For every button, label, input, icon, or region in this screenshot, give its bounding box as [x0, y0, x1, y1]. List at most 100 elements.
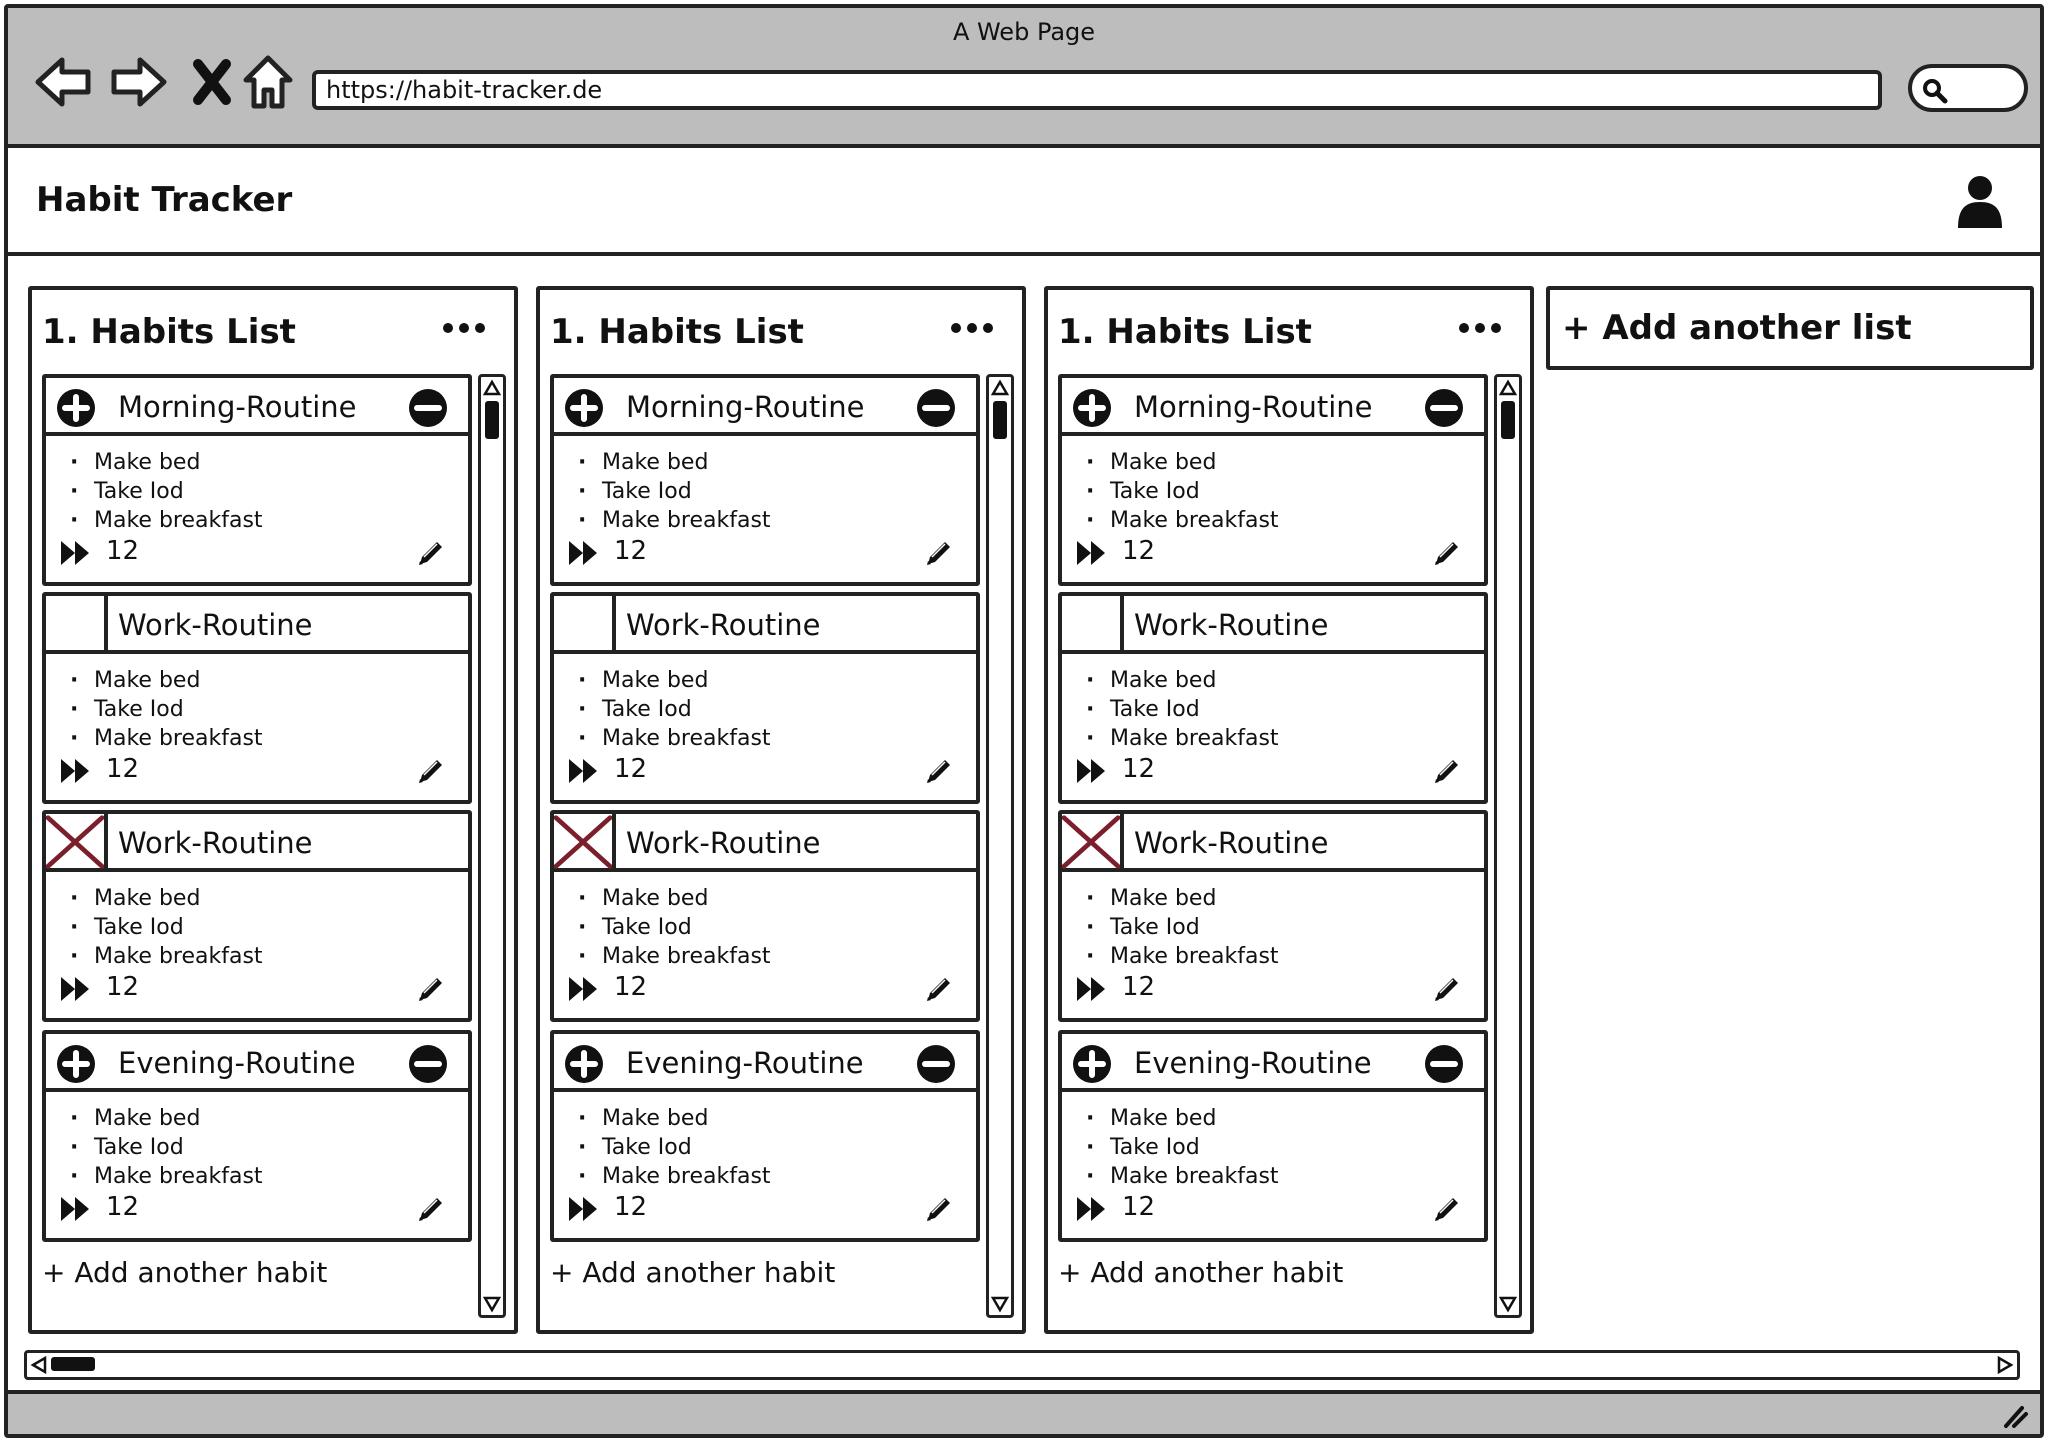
plus-circle-icon[interactable]: [1072, 1044, 1112, 1084]
streak-count: 12: [614, 536, 648, 566]
fast-forward-icon: [61, 759, 89, 783]
card-header: Evening-Routine: [554, 1034, 976, 1092]
habit-item: Make bed: [1086, 448, 1279, 477]
habit-card: Morning-Routine Make bedTake IodMake bre…: [1058, 374, 1488, 586]
habit-card: Morning-Routine Make bedTake IodMake bre…: [550, 374, 980, 586]
checkbox-crossed-icon[interactable]: [46, 814, 108, 870]
search-icon: [1923, 79, 1948, 104]
habit-items: Make bedTake IodMake breakfast: [578, 666, 771, 753]
plus-circle-icon[interactable]: [564, 388, 604, 428]
scrollbar-thumb[interactable]: [51, 1357, 95, 1371]
card-header: Morning-Routine: [1062, 378, 1484, 436]
more-options-icon[interactable]: [950, 320, 994, 336]
plus-circle-icon[interactable]: [56, 1044, 96, 1084]
streak-count: 12: [1122, 972, 1156, 1002]
vertical-scrollbar[interactable]: [986, 374, 1014, 1318]
pencil-icon[interactable]: [416, 756, 446, 786]
pencil-icon[interactable]: [416, 1194, 446, 1224]
scrollbar-thumb[interactable]: [485, 401, 499, 439]
pencil-icon[interactable]: [1432, 1194, 1462, 1224]
scroll-down-icon[interactable]: [991, 1295, 1009, 1313]
scroll-down-icon[interactable]: [1499, 1295, 1517, 1313]
scroll-right-icon[interactable]: [1995, 1355, 2015, 1375]
fast-forward-icon: [569, 977, 597, 1001]
scroll-up-icon[interactable]: [483, 379, 501, 397]
card-footer: 12: [568, 536, 972, 570]
scrollbar-thumb[interactable]: [1501, 401, 1515, 439]
pencil-icon[interactable]: [416, 974, 446, 1004]
card-footer: 12: [1076, 972, 1480, 1006]
habit-item: Make bed: [1086, 666, 1279, 695]
card-footer: 12: [60, 754, 464, 788]
search-box[interactable]: [1908, 64, 2028, 112]
add-habit-button[interactable]: + Add another habit: [1058, 1256, 1343, 1289]
card-footer: 12: [568, 1192, 972, 1226]
checkbox-crossed-icon[interactable]: [554, 814, 616, 870]
minus-circle-icon[interactable]: [1424, 388, 1464, 428]
add-list-button[interactable]: + Add another list: [1546, 286, 2034, 370]
pencil-icon[interactable]: [924, 756, 954, 786]
pencil-icon[interactable]: [416, 538, 446, 568]
streak-count: 12: [1122, 1192, 1156, 1222]
forward-arrow-icon[interactable]: [106, 50, 170, 114]
plus-circle-icon[interactable]: [56, 388, 96, 428]
close-x-icon[interactable]: [180, 50, 244, 114]
fast-forward-icon: [61, 977, 89, 1001]
checkbox-empty[interactable]: [46, 596, 108, 652]
add-habit-button[interactable]: + Add another habit: [550, 1256, 835, 1289]
habit-item: Make breakfast: [70, 942, 263, 971]
habit-item: Make breakfast: [578, 1162, 771, 1191]
habit-items: Make bedTake IodMake breakfast: [1086, 448, 1279, 535]
plus-circle-icon[interactable]: [564, 1044, 604, 1084]
minus-circle-icon[interactable]: [408, 388, 448, 428]
pencil-icon[interactable]: [1432, 538, 1462, 568]
checkbox-crossed-icon[interactable]: [1062, 814, 1124, 870]
minus-circle-icon[interactable]: [408, 1044, 448, 1084]
streak-count: 12: [106, 972, 140, 1002]
url-input[interactable]: https://habit-tracker.de: [312, 70, 1882, 110]
fast-forward-icon: [1077, 759, 1105, 783]
pencil-icon[interactable]: [924, 974, 954, 1004]
scroll-up-icon[interactable]: [991, 379, 1009, 397]
resize-grip-icon[interactable]: [2000, 1402, 2030, 1430]
home-icon[interactable]: [236, 50, 300, 114]
more-options-icon[interactable]: [442, 320, 486, 336]
list-title: 1. Habits List: [42, 312, 296, 352]
back-arrow-icon[interactable]: [32, 50, 96, 114]
habit-item: Make breakfast: [70, 506, 263, 535]
add-habit-button[interactable]: + Add another habit: [42, 1256, 327, 1289]
window-title: A Web Page: [952, 18, 1096, 46]
fast-forward-icon: [1077, 977, 1105, 1001]
pencil-icon[interactable]: [1432, 974, 1462, 1004]
card-header: Morning-Routine: [46, 378, 468, 436]
app-title: Habit Tracker: [36, 180, 293, 220]
more-options-icon[interactable]: [1458, 320, 1502, 336]
pencil-icon[interactable]: [924, 538, 954, 568]
scrollbar-thumb[interactable]: [993, 401, 1007, 439]
horizontal-scrollbar[interactable]: [24, 1350, 2020, 1380]
user-icon[interactable]: [1956, 174, 2004, 230]
list-title: 1. Habits List: [550, 312, 804, 352]
vertical-scrollbar[interactable]: [1494, 374, 1522, 1318]
habit-items: Make bedTake IodMake breakfast: [578, 884, 771, 971]
pencil-icon[interactable]: [1432, 756, 1462, 786]
minus-circle-icon[interactable]: [1424, 1044, 1464, 1084]
streak-count: 12: [106, 754, 140, 784]
fast-forward-icon: [569, 1197, 597, 1221]
habit-card: Evening-Routine Make bedTake IodMake bre…: [42, 1030, 472, 1242]
minus-circle-icon[interactable]: [916, 1044, 956, 1084]
minus-circle-icon[interactable]: [916, 388, 956, 428]
vertical-scrollbar[interactable]: [478, 374, 506, 1318]
pencil-icon[interactable]: [924, 1194, 954, 1224]
scroll-left-icon[interactable]: [29, 1355, 49, 1375]
habit-list: 1. Habits List Morning-Routine Mak: [1044, 286, 1534, 1334]
checkbox-empty[interactable]: [1062, 596, 1124, 652]
streak-count: 12: [1122, 536, 1156, 566]
checkbox-empty[interactable]: [554, 596, 616, 652]
scroll-up-icon[interactable]: [1499, 379, 1517, 397]
scroll-down-icon[interactable]: [483, 1295, 501, 1313]
card-header: Morning-Routine: [554, 378, 976, 436]
habit-items: Make bedTake IodMake breakfast: [578, 448, 771, 535]
plus-circle-icon[interactable]: [1072, 388, 1112, 428]
streak-count: 12: [614, 1192, 648, 1222]
